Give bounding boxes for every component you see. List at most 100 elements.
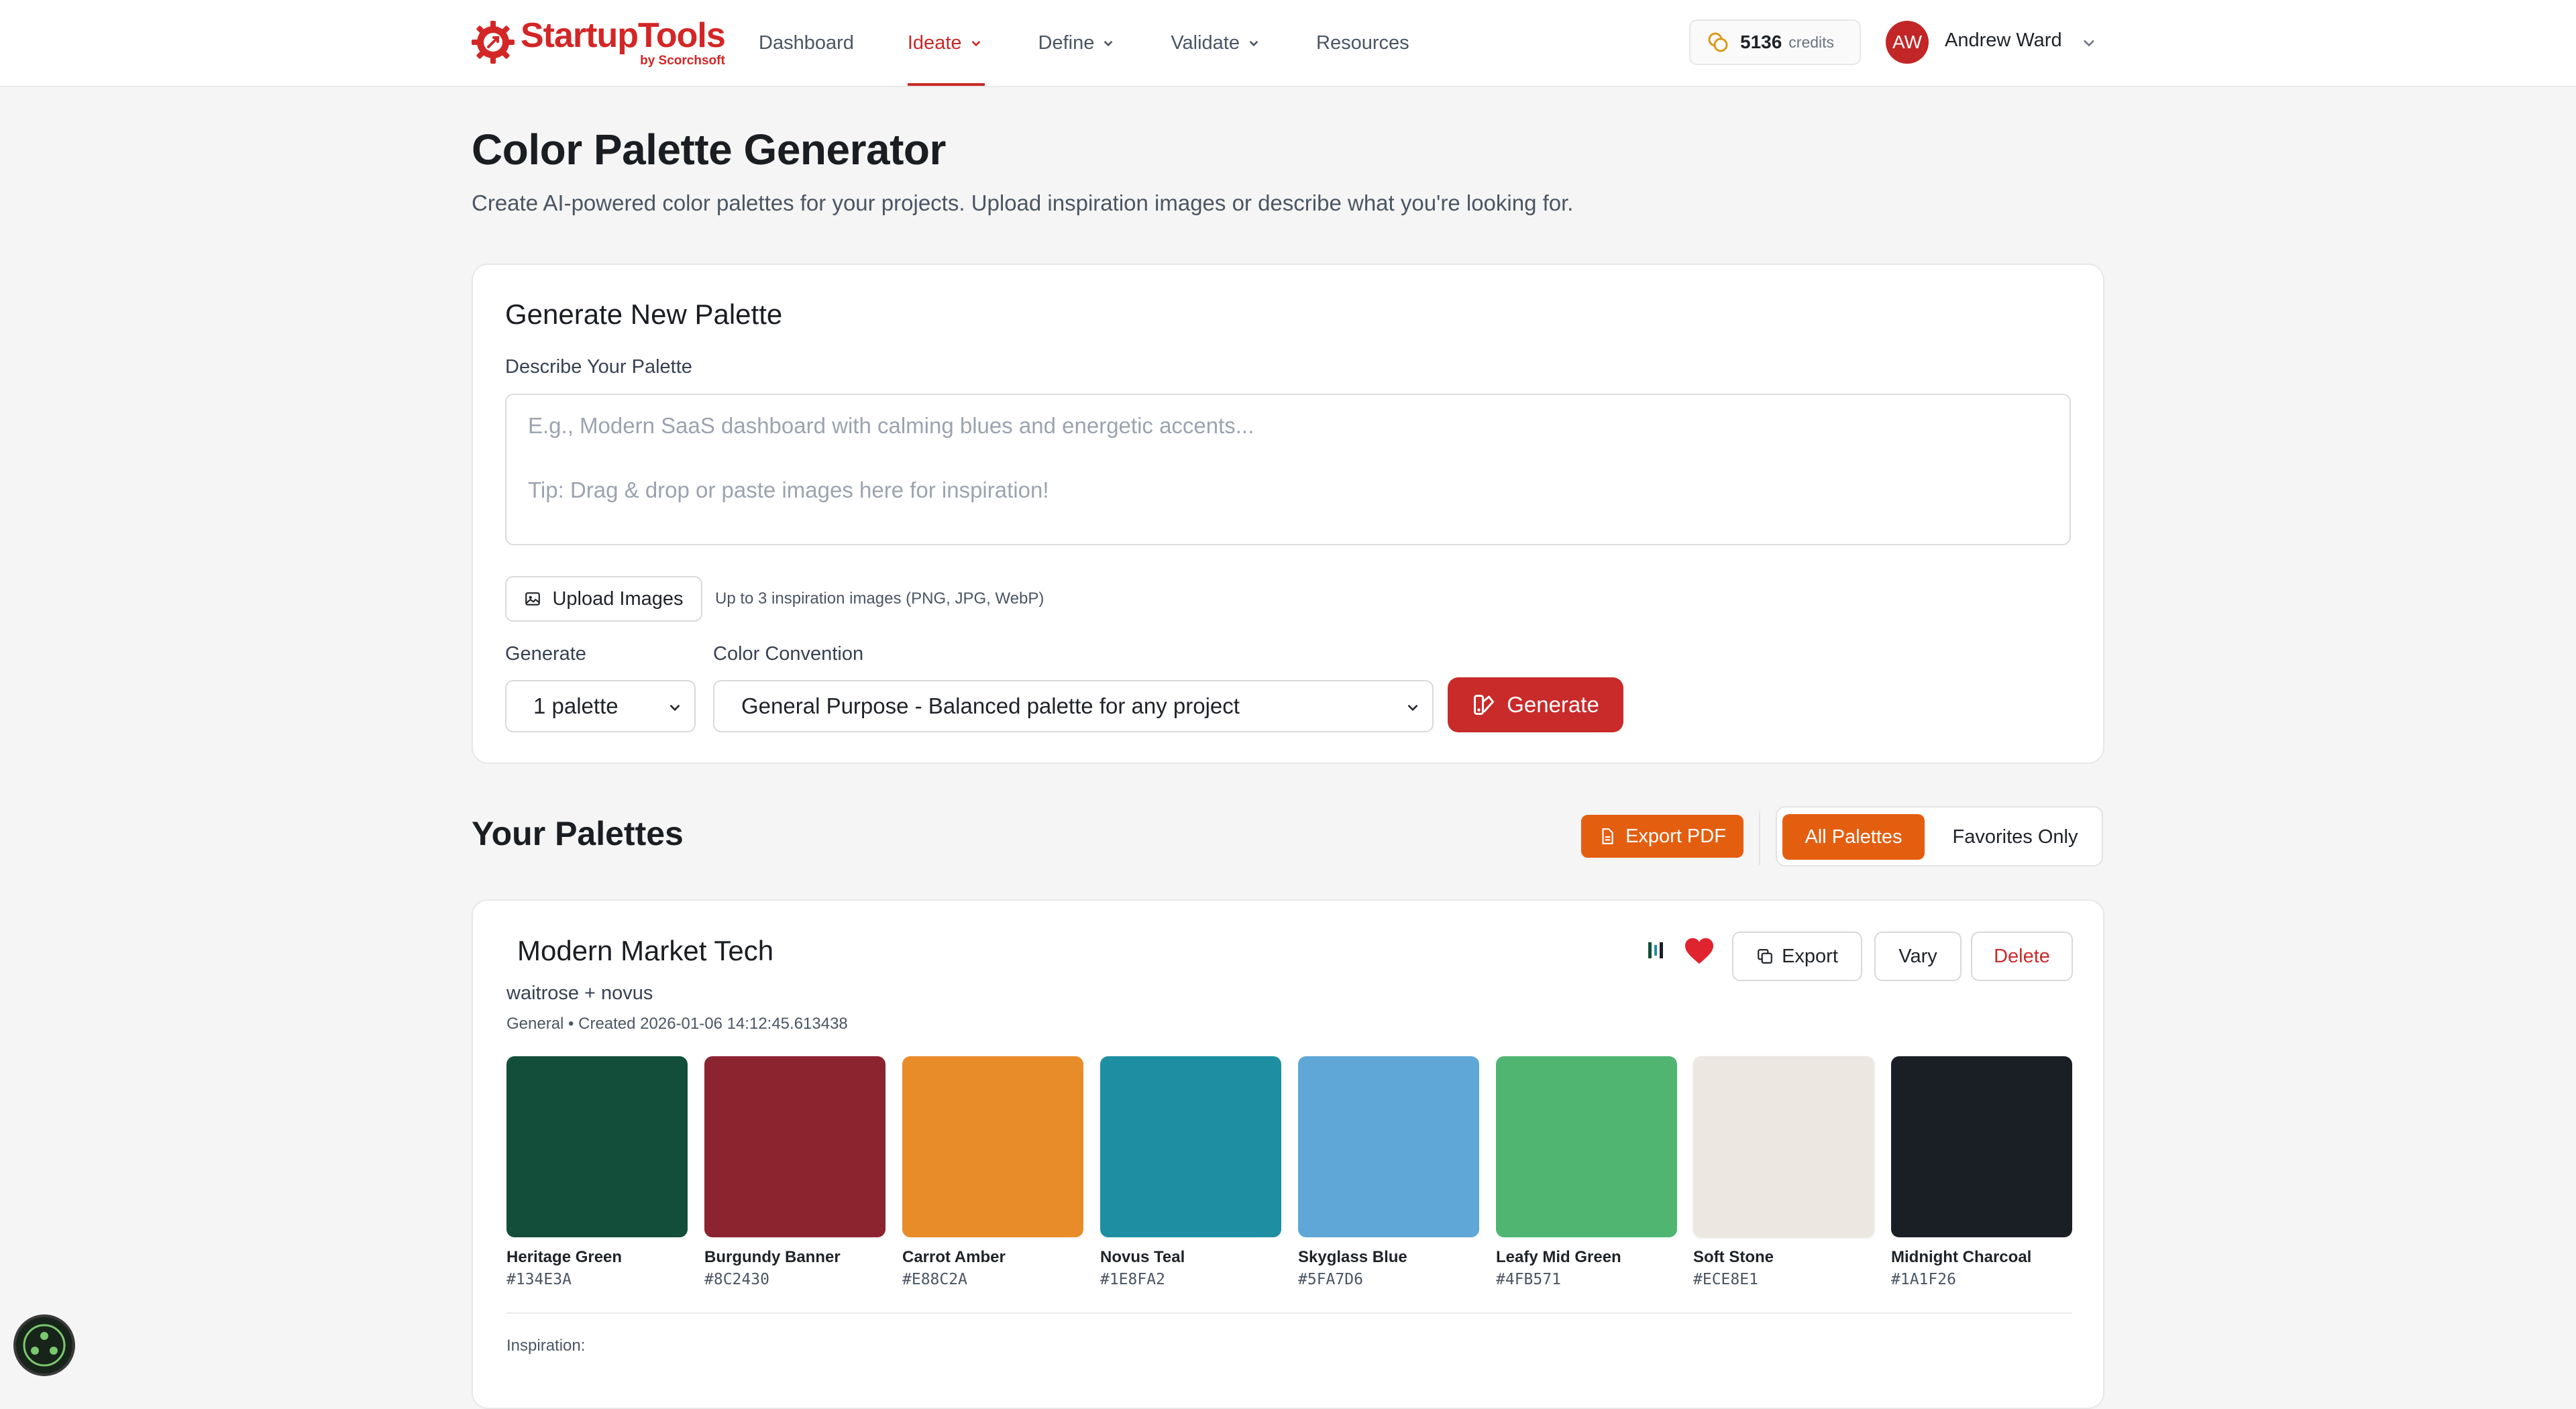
brand-name: StartupTools	[521, 15, 726, 55]
filter-favorites-only[interactable]: Favorites Only	[1941, 814, 2090, 860]
nav-validate-label: Validate	[1171, 32, 1240, 54]
palette-name[interactable]: Modern Market Tech	[517, 935, 773, 967]
filter-all-palettes[interactable]: All Palettes	[1782, 814, 1925, 860]
palette-description: waitrose + novus	[506, 982, 653, 1004]
swatch-grid: Heritage Green #134E3A Burgundy Banner #8C2…	[506, 1056, 2072, 1288]
coins-icon	[1708, 32, 1728, 52]
brand-logo[interactable]: StartupTools by Scorchsoft	[470, 13, 726, 71]
describe-label: Describe Your Palette	[505, 356, 692, 378]
credits-label: credits	[1788, 33, 1835, 51]
nav-dashboard-label: Dashboard	[759, 32, 854, 54]
user-initials: AW	[1892, 32, 1923, 52]
swatch-hex: #5FA7D6	[1298, 1271, 1363, 1288]
nav-define[interactable]: Define	[1038, 0, 1118, 86]
swatch-leafy-mid-green[interactable]: Leafy Mid Green #4FB571	[1496, 1056, 1677, 1288]
generate-palette-card: Generate New Palette Describe Your Palet…	[472, 264, 2104, 764]
upload-images-label: Upload Images	[552, 587, 684, 610]
generate-button[interactable]: Generate	[1448, 677, 1623, 732]
gear-logo-icon	[472, 21, 515, 64]
swatch-color-block[interactable]	[704, 1056, 885, 1237]
palette-count-select[interactable]: 1 palette	[505, 680, 696, 732]
generate-button-label: Generate	[1507, 692, 1599, 717]
palette-delete-button[interactable]: Delete	[1971, 932, 2073, 981]
inspiration-label: Inspiration:	[506, 1337, 586, 1355]
swatch-hex: #ECE8E1	[1693, 1271, 1758, 1288]
filter-all-label: All Palettes	[1805, 826, 1902, 848]
nav-ideate[interactable]: Ideate	[907, 0, 985, 86]
palette-meta: General • Created 2026-01-06 14:12:45.61…	[506, 1015, 848, 1033]
swatch-novus-teal[interactable]: Novus Teal #1E8FA2	[1100, 1056, 1281, 1288]
swatch-soft-stone[interactable]: Soft Stone #ECE8E1	[1693, 1056, 1874, 1288]
document-icon	[1602, 828, 1613, 844]
palette-card: Modern Market Tech waitrose + novus Gene…	[472, 899, 2104, 1409]
user-menu-chevron-down-icon[interactable]	[2080, 34, 2098, 52]
assistant-icon	[23, 1324, 66, 1367]
swatch-midnight-charcoal[interactable]: Midnight Charcoal #1A1F26	[1891, 1056, 2072, 1288]
convention-label: Color Convention	[713, 643, 864, 665]
chevron-down-icon	[971, 40, 980, 47]
swatch-color-block[interactable]	[1496, 1056, 1677, 1237]
favorite-heart-icon[interactable]	[1684, 937, 1715, 965]
swatch-color-block[interactable]	[1298, 1056, 1479, 1237]
palette-description-textarea[interactable]: E.g., Modern SaaS dashboard with calming…	[505, 394, 2071, 545]
user-avatar[interactable]: AW	[1886, 21, 1929, 64]
nav-ideate-label: Ideate	[907, 32, 962, 54]
upload-hint: Up to 3 inspiration images (PNG, JPG, We…	[715, 589, 1044, 608]
palette-vary-button[interactable]: Vary	[1874, 932, 1962, 981]
swatch-name: Heritage Green	[506, 1248, 623, 1266]
palette-swatch-icon	[1474, 695, 1495, 715]
palette-filter-toggle: All Palettes Favorites Only	[1776, 806, 2103, 866]
toolbar-divider	[1759, 811, 1760, 865]
swatch-skyglass-blue[interactable]: Skyglass Blue #5FA7D6	[1298, 1056, 1479, 1288]
credits-badge[interactable]: 5136 credits	[1689, 19, 1861, 65]
page-title: Color Palette Generator	[472, 125, 946, 174]
chevron-down-icon	[669, 704, 680, 712]
credits-amount: 5136	[1740, 32, 1782, 52]
nav-resources[interactable]: Resources	[1316, 0, 1409, 86]
palette-delete-label: Delete	[1994, 945, 2050, 967]
chevron-down-icon	[1407, 704, 1418, 712]
drag-drop-tip: Tip: Drag & drop or paste images here fo…	[528, 477, 1049, 502]
contrast-check-icon[interactable]	[1646, 938, 1666, 962]
export-pdf-label: Export PDF	[1625, 825, 1726, 847]
nav-define-label: Define	[1038, 32, 1095, 54]
filter-favorites-label: Favorites Only	[1952, 826, 2078, 848]
swatch-color-block[interactable]	[1693, 1056, 1874, 1237]
copy-icon	[1758, 949, 1772, 964]
swatch-hex: #4FB571	[1496, 1271, 1561, 1288]
swatch-name: Soft Stone	[1693, 1248, 1774, 1266]
floating-assistant-button[interactable]	[13, 1314, 75, 1376]
palette-export-button[interactable]: Export	[1732, 932, 1862, 981]
top-navigation-bar: StartupTools by Scorchsoft Dashboard Ide…	[0, 0, 2576, 87]
swatch-color-block[interactable]	[1891, 1056, 2072, 1237]
swatch-color-block[interactable]	[1100, 1056, 1281, 1237]
palette-divider	[506, 1312, 2072, 1314]
swatch-name: Skyglass Blue	[1298, 1248, 1407, 1266]
swatch-hex: #1A1F26	[1891, 1271, 1956, 1288]
swatch-color-block[interactable]	[902, 1056, 1083, 1237]
nav-resources-label: Resources	[1316, 32, 1409, 54]
upload-images-button[interactable]: Upload Images	[505, 576, 702, 622]
swatch-carrot-amber[interactable]: Carrot Amber #E88C2A	[902, 1056, 1083, 1288]
nav-dashboard[interactable]: Dashboard	[759, 0, 854, 86]
image-icon	[525, 592, 541, 606]
swatch-hex: #E88C2A	[902, 1271, 967, 1288]
main-nav: Dashboard Ideate Define Validate Resourc…	[759, 0, 1463, 86]
nav-validate[interactable]: Validate	[1171, 0, 1263, 86]
swatch-name: Midnight Charcoal	[1891, 1248, 2032, 1266]
palette-vary-label: Vary	[1898, 945, 1937, 967]
swatch-burgundy-banner[interactable]: Burgundy Banner #8C2430	[704, 1056, 885, 1288]
color-convention-value: General Purpose - Balanced palette for a…	[741, 693, 1240, 718]
swatch-name: Burgundy Banner	[704, 1248, 841, 1266]
swatch-name: Novus Teal	[1100, 1248, 1185, 1266]
export-pdf-button[interactable]: Export PDF	[1581, 815, 1743, 858]
chevron-down-icon	[1104, 40, 1113, 47]
swatch-name: Leafy Mid Green	[1496, 1248, 1621, 1266]
swatch-heritage-green[interactable]: Heritage Green #134E3A	[506, 1056, 688, 1288]
swatch-hex: #8C2430	[704, 1271, 769, 1288]
brand-tagline: by Scorchsoft	[640, 53, 725, 68]
swatch-color-block[interactable]	[506, 1056, 688, 1237]
color-convention-select[interactable]: General Purpose - Balanced palette for a…	[713, 680, 1434, 732]
user-name[interactable]: Andrew Ward	[1945, 30, 2062, 52]
description-placeholder: E.g., Modern SaaS dashboard with calming…	[528, 413, 1254, 438]
